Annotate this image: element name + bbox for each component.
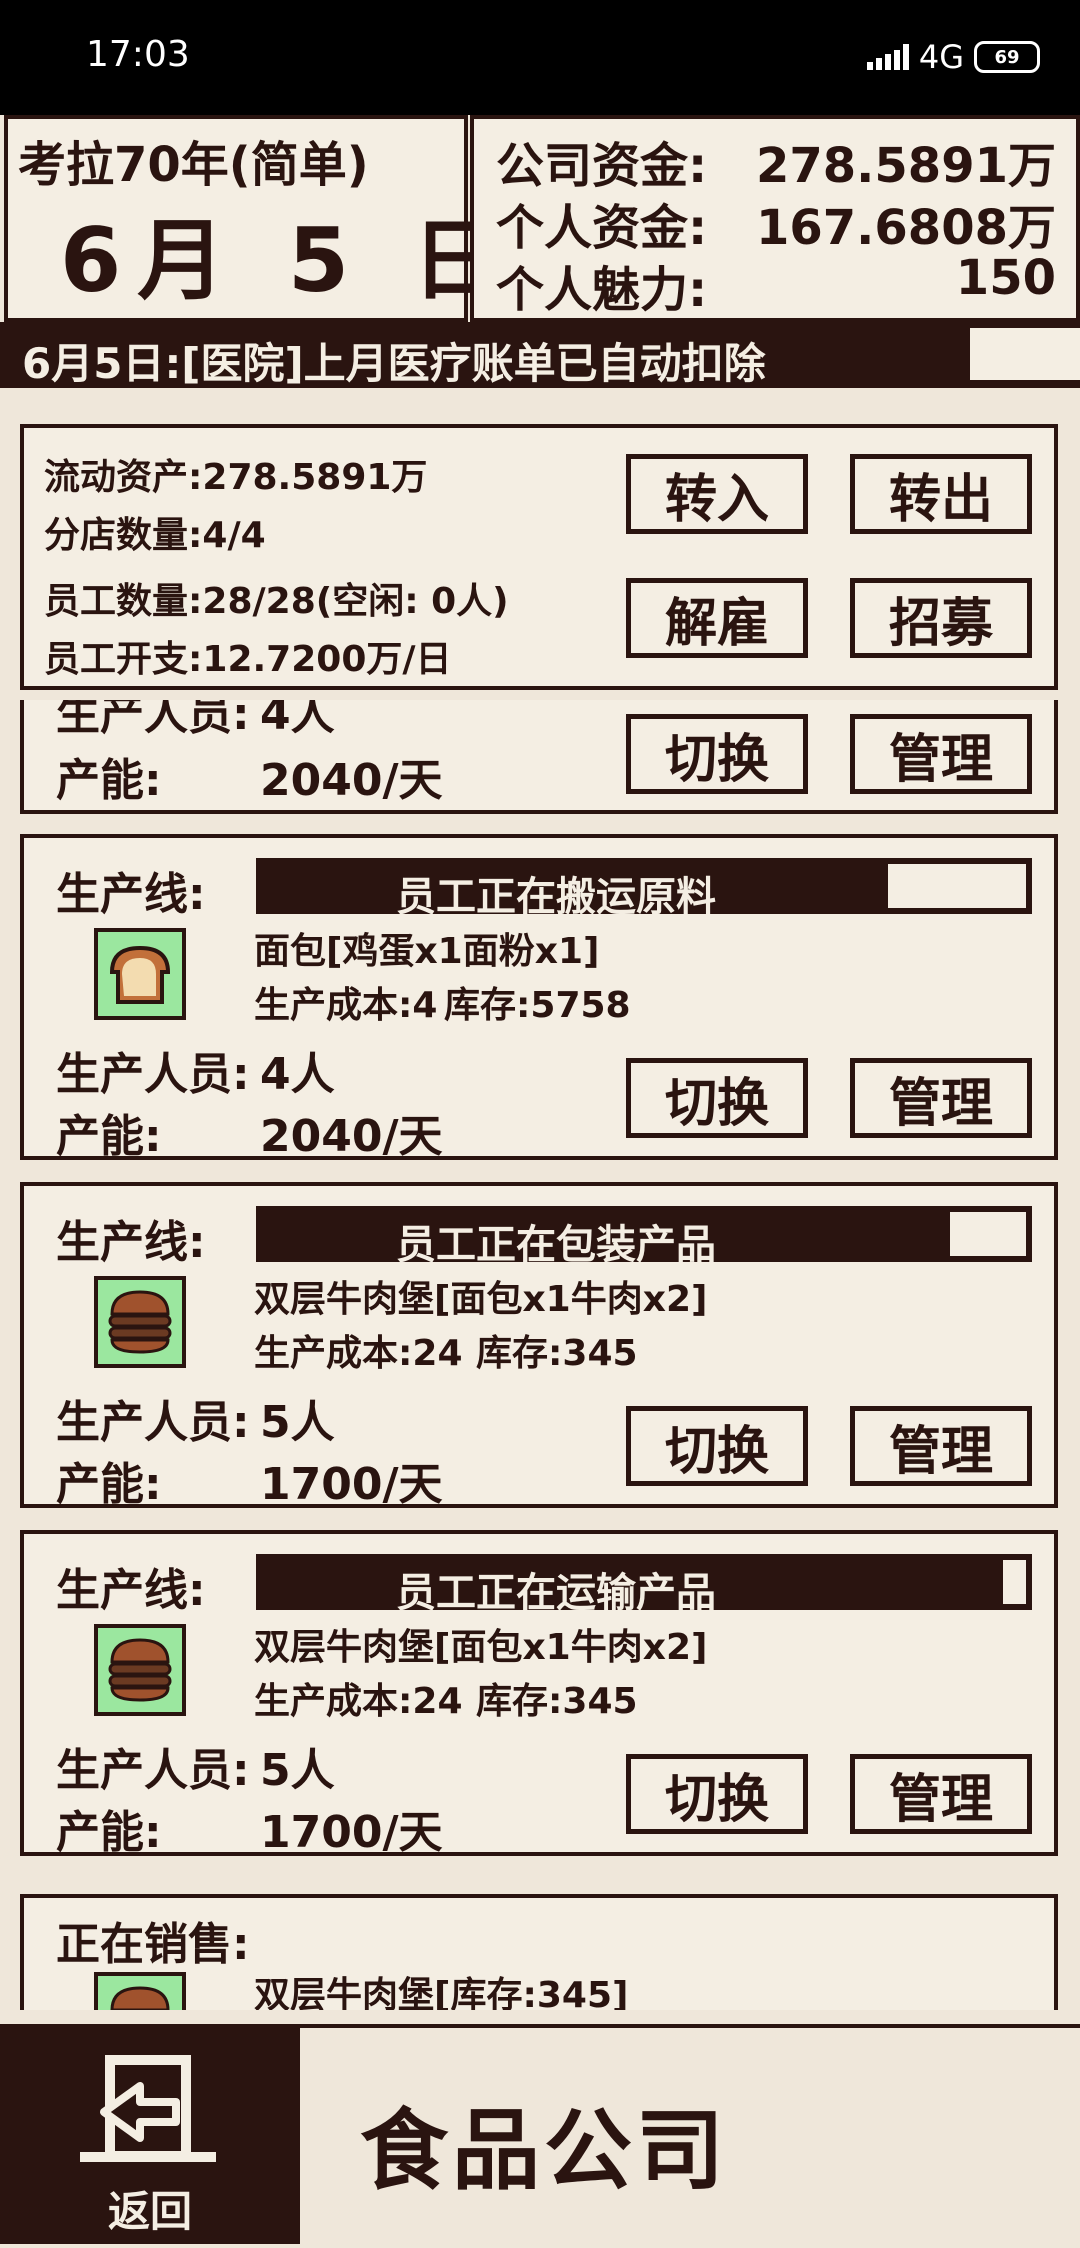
burger-icon (94, 1624, 186, 1716)
staff-value: 5人 (260, 1745, 335, 1796)
ticker-box (970, 328, 1080, 380)
company-funds-label: 公司资金: (496, 138, 708, 194)
line-status-text: 员工正在搬运原料 (396, 874, 716, 920)
staff-label: 生产人员: (56, 1745, 250, 1796)
fire-button[interactable]: 解雇 (626, 578, 808, 658)
burger-icon (94, 1276, 186, 1368)
capacity-value: 1700/天 (260, 1807, 443, 1858)
line-progress-fill (950, 1212, 1026, 1256)
switch-button[interactable]: 切换 (626, 1058, 808, 1138)
line-status-bar: 员工正在包装产品 (256, 1206, 1032, 1268)
manage-button[interactable]: 管理 (850, 1754, 1032, 1834)
network-type: 4G (918, 38, 964, 76)
charm-value: 150 (955, 250, 1056, 306)
back-button[interactable]: 返回 (0, 2028, 300, 2244)
burger-icon (94, 1972, 186, 2010)
staff-value: 4人 (260, 700, 335, 740)
capacity-value: 2040/天 (260, 755, 443, 806)
transfer-in-button[interactable]: 转入 (626, 454, 808, 534)
capacity-label: 产能: (56, 1807, 162, 1858)
production-cost: 生产成本:4 (254, 985, 438, 1026)
manage-button[interactable]: 管理 (850, 1058, 1032, 1138)
capacity-label: 产能: (56, 755, 162, 806)
liquid-assets: 流动资产:278.5891万 (44, 457, 428, 498)
status-icons: 4G 69 (866, 38, 1040, 76)
switch-button[interactable]: 切换 (626, 714, 808, 794)
line-status-bar: 员工正在搬运原料 (256, 858, 1032, 920)
employee-count: 员工数量:28/28(空闲: 0人) (44, 581, 509, 622)
line-progress-fill (888, 864, 1026, 908)
line-status-bar: 员工正在运输产品 (256, 1554, 1032, 1616)
switch-button[interactable]: 切换 (626, 1754, 808, 1834)
switch-button[interactable]: 切换 (626, 1406, 808, 1486)
transfer-out-button[interactable]: 转出 (850, 454, 1032, 534)
staff-label: 生产人员: (56, 1049, 250, 1100)
staff-label: 生产人员: (56, 700, 250, 740)
company-funds-value: 278.5891万 (755, 138, 1056, 194)
recruit-button[interactable]: 招募 (850, 578, 1032, 658)
back-label: 返回 (107, 2187, 192, 2236)
news-ticker: 6月5日:[医院]上月医疗账单已自动扣除 (0, 322, 1080, 388)
company-title: 食品公司 (360, 2099, 729, 2202)
battery-icon: 69 (974, 41, 1040, 73)
bread-icon (94, 928, 186, 1020)
selling-label: 正在销售: (56, 1919, 250, 1970)
exit-door-icon (80, 2055, 216, 2162)
branch-count: 分店数量:4/4 (44, 515, 266, 556)
status-bar: 17:03 4G 69 (0, 0, 1080, 115)
manage-button[interactable]: 管理 (850, 1406, 1032, 1486)
personal-funds-value: 167.6808万 (755, 200, 1056, 256)
stock-count: 库存:345 (476, 1333, 638, 1374)
production-cost: 生产成本:24 (254, 1333, 463, 1374)
manage-button[interactable]: 管理 (850, 714, 1032, 794)
selling-item: 双层牛肉堡[库存:345] (254, 1975, 629, 2010)
staff-value: 5人 (260, 1397, 335, 1448)
personal-funds-row: 个人资金: 167.6808万 (496, 188, 1056, 258)
production-cost: 生产成本:24 (254, 1681, 463, 1722)
capacity-label: 产能: (56, 1111, 162, 1162)
line-status-text: 员工正在包装产品 (396, 1222, 716, 1268)
current-date: 6月 5 日 (60, 209, 516, 312)
battery-level: 69 (994, 46, 1020, 68)
personal-funds-label: 个人资金: (496, 200, 708, 256)
production-list[interactable]: 生产人员: 4人 产能: 2040/天 切换 管理 生产线: 员工正在搬运原料 … (0, 700, 1080, 2010)
staff-label: 生产人员: (56, 1397, 250, 1448)
charm-row: 个人魅力: 150 (496, 250, 1056, 320)
signal-icon (866, 44, 909, 70)
capacity-value: 2040/天 (260, 1111, 443, 1162)
stock-count: 库存:5758 (444, 985, 631, 1026)
line-status-text: 员工正在运输产品 (396, 1570, 716, 1616)
employee-expense: 员工开支:12.7200万/日 (44, 639, 452, 680)
clock: 17:03 (86, 34, 190, 75)
ticker-message: 6月5日:[医院]上月医疗账单已自动扣除 (22, 339, 766, 388)
stock-count: 库存:345 (476, 1681, 638, 1722)
product-recipe: 面包[鸡蛋x1面粉x1] (254, 931, 600, 972)
production-line-label: 生产线: (56, 1217, 206, 1268)
product-recipe: 双层牛肉堡[面包x1牛肉x2] (254, 1627, 708, 1668)
charm-label: 个人魅力: (496, 262, 708, 318)
production-line-label: 生产线: (56, 1565, 206, 1616)
capacity-label: 产能: (56, 1459, 162, 1510)
capacity-value: 1700/天 (260, 1459, 443, 1510)
staff-value: 4人 (260, 1049, 335, 1100)
line-progress-fill (1003, 1560, 1026, 1604)
production-line-label: 生产线: (56, 869, 206, 920)
product-recipe: 双层牛肉堡[面包x1牛肉x2] (254, 1279, 708, 1320)
company-funds-row: 公司资金: 278.5891万 (496, 126, 1056, 196)
year-mode: 考拉70年(简单) (18, 137, 369, 193)
